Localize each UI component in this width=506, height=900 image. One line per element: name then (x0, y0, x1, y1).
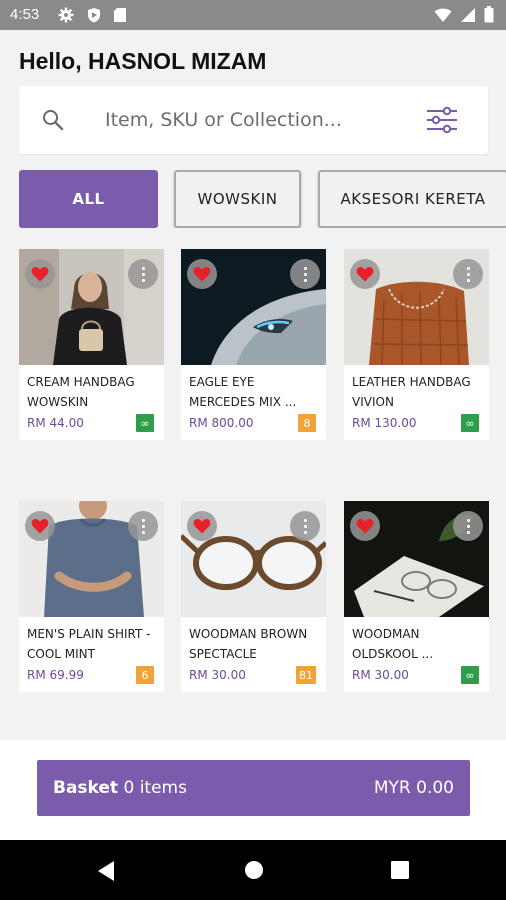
more-options-icon[interactable] (128, 259, 158, 289)
product-name: WOODMAN BROWN SPECTACLE (189, 627, 308, 661)
search-icon[interactable] (41, 108, 65, 136)
product-name: MEN'S PLAIN SHIRT - COOL MINT (27, 627, 151, 661)
favorite-heart-icon[interactable] (25, 511, 55, 541)
favorite-heart-icon[interactable] (350, 511, 380, 541)
product-name: WOODMAN OLDSKOOL ... (352, 627, 434, 661)
recents-icon[interactable] (390, 860, 410, 884)
more-options-icon[interactable] (128, 511, 158, 541)
greeting-title: Hello, HASNOL MIZAM (19, 48, 267, 74)
favorite-heart-icon[interactable] (187, 511, 217, 541)
basket-label-group: Basket 0 items (53, 778, 187, 798)
favorite-heart-icon[interactable] (350, 259, 380, 289)
home-icon[interactable] (244, 860, 264, 884)
product-name: CREAM HANDBAG WOWSKIN (27, 375, 135, 409)
basket-label: Basket (53, 778, 119, 798)
more-options-icon[interactable] (453, 511, 483, 541)
battery-icon (484, 6, 494, 27)
product-card[interactable]: WOODMAN OLDSKOOL ... RM 30.00 ∞ (344, 501, 489, 692)
search-bar[interactable] (19, 86, 488, 154)
basket-total: MYR 0.00 (373, 778, 454, 798)
stock-badge: 81 (296, 666, 316, 684)
more-options-icon[interactable] (290, 511, 320, 541)
wifi-icon (434, 7, 452, 27)
product-card[interactable]: WOODMAN BROWN SPECTACLE RM 30.00 81 (181, 501, 326, 692)
signal-icon (460, 7, 476, 27)
favorite-heart-icon[interactable] (187, 259, 217, 289)
product-name: LEATHER HANDBAG VIVION (352, 375, 471, 409)
stock-badge: ∞ (136, 414, 154, 432)
stock-badge: ∞ (461, 414, 479, 432)
product-price: RM 44.00 (27, 416, 84, 430)
more-options-icon[interactable] (290, 259, 320, 289)
basket-panel: Basket 0 items MYR 0.00 (0, 740, 506, 840)
stock-badge: 8 (298, 414, 316, 432)
gear-icon (58, 7, 74, 23)
stock-badge: 6 (136, 666, 154, 684)
product-card[interactable]: EAGLE EYE MERCEDES MIX ... RM 800.00 8 (181, 249, 326, 440)
status-bar: 4:53 (0, 0, 506, 30)
product-price: RM 800.00 (189, 416, 254, 430)
status-time: 4:53 (10, 6, 40, 23)
category-chip-all[interactable]: ALL (19, 170, 158, 228)
product-card[interactable]: LEATHER HANDBAG VIVION RM 130.00 ∞ (344, 249, 489, 440)
more-options-icon[interactable] (453, 259, 483, 289)
filter-icon[interactable] (426, 106, 458, 138)
product-card[interactable]: MEN'S PLAIN SHIRT - COOL MINT RM 69.99 6 (19, 501, 164, 692)
product-price: RM 130.00 (352, 416, 417, 430)
product-card[interactable]: CREAM HANDBAG WOWSKIN RM 44.00 ∞ (19, 249, 164, 440)
system-nav-bar (0, 840, 506, 900)
category-chip-wowskin[interactable]: WOWSKIN (174, 170, 301, 228)
category-tabs: ALL WOWSKIN AKSESORI KERETA (19, 170, 506, 228)
basket-item-count: 0 items (123, 778, 187, 798)
search-input[interactable] (105, 104, 395, 136)
sdcard-icon (113, 7, 129, 23)
favorite-heart-icon[interactable] (25, 259, 55, 289)
back-icon[interactable] (96, 860, 116, 886)
product-price: RM 30.00 (352, 668, 409, 682)
category-chip-aksesori-kereta[interactable]: AKSESORI KERETA (318, 170, 506, 228)
product-name: EAGLE EYE MERCEDES MIX ... (189, 375, 297, 409)
stock-badge: ∞ (461, 666, 479, 684)
app-screen: Hello, HASNOL MIZAM ALL WOWSKIN AKSESORI… (0, 30, 506, 840)
product-price: RM 30.00 (189, 668, 246, 682)
product-price: RM 69.99 (27, 668, 84, 682)
basket-button[interactable]: Basket 0 items MYR 0.00 (37, 760, 470, 816)
shield-icon (86, 7, 102, 23)
